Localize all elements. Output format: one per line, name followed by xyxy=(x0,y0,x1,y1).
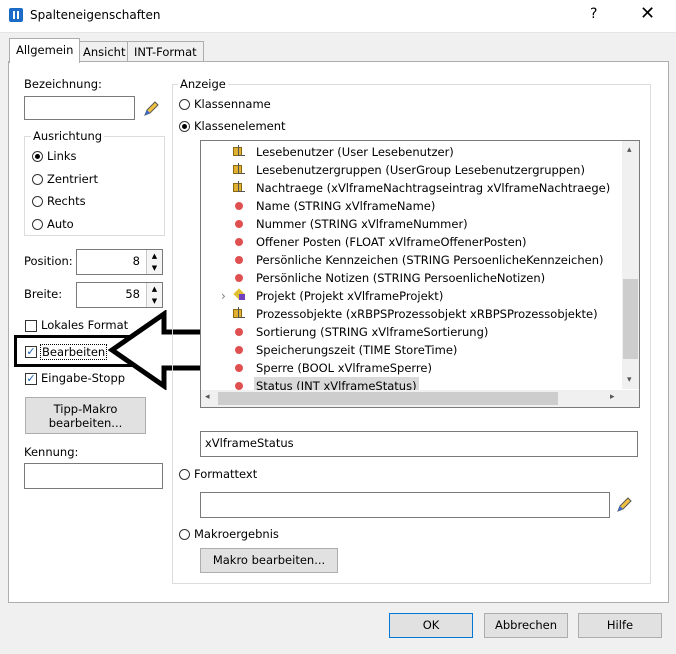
formattext-input[interactable] xyxy=(200,492,610,518)
tipp-makro-label-2: bearbeiten... xyxy=(48,416,123,430)
scroll-corner xyxy=(622,390,639,407)
radio-links-label: Links xyxy=(47,149,77,163)
tree-item-label: Offener Posten (FLOAT xVlframeOffenerPos… xyxy=(256,235,527,249)
selected-element-field[interactable]: xVlframeStatus xyxy=(200,431,638,457)
scroll-left-icon[interactable]: ◂ xyxy=(205,392,210,402)
lokales-format-checkbox[interactable] xyxy=(25,320,37,332)
group-icon xyxy=(233,307,245,319)
spin-up-icon[interactable]: ▲ xyxy=(147,283,162,295)
radio-klassenname-label: Klassenname xyxy=(194,97,271,111)
field-icon xyxy=(235,256,243,264)
abbrechen-button[interactable]: Abbrechen xyxy=(484,613,568,638)
tree-item-label: Projekt (Projekt xVlframeProjekt) xyxy=(256,289,444,303)
field-icon xyxy=(235,220,243,228)
bearbeiten-checkbox[interactable]: ✓ xyxy=(25,346,37,358)
radio-zentriert-label: Zentriert xyxy=(47,172,98,186)
object-icon xyxy=(233,289,245,301)
group-icon xyxy=(233,163,245,175)
tab-ansicht[interactable]: Ansicht xyxy=(76,41,133,62)
field-icon xyxy=(235,328,243,336)
pencil-icon[interactable] xyxy=(142,100,160,118)
tab-int-format[interactable]: INT-Format xyxy=(127,41,204,62)
position-value: 8 xyxy=(132,254,140,268)
spin-up-icon[interactable]: ▲ xyxy=(147,250,162,262)
makro-bearbeiten-button[interactable]: Makro bearbeiten... xyxy=(200,548,338,573)
radio-makroergebnis[interactable] xyxy=(179,529,190,540)
field-icon xyxy=(235,274,243,282)
field-icon xyxy=(235,364,243,372)
tree-item-label: Name (STRING xVlframeName) xyxy=(256,199,436,213)
ausrichtung-legend: Ausrichtung xyxy=(31,129,105,143)
tipp-makro-label-1: Tipp-Makro xyxy=(53,402,118,416)
radio-formattext[interactable] xyxy=(179,469,190,480)
radio-makroergebnis-label: Makroergebnis xyxy=(194,527,279,541)
tab-allgemein[interactable]: Allgemein xyxy=(9,38,81,63)
radio-auto[interactable] xyxy=(32,219,43,230)
position-input[interactable]: 8 ▲ ▼ xyxy=(76,249,163,275)
tree-horizontal-scrollbar[interactable]: ◂ ▸ xyxy=(201,390,622,407)
breite-input[interactable]: 58 ▲ ▼ xyxy=(76,282,163,308)
eingabe-stopp-label: Eingabe-Stopp xyxy=(41,371,126,385)
tree-item-label: Persönliche Kennzeichen (STRING Persoenl… xyxy=(256,253,604,267)
tree-item-label: Sortierung (STRING xVlframeSortierung) xyxy=(256,325,489,339)
ok-button[interactable]: OK xyxy=(389,613,473,638)
tree-item-label: Speicherungszeit (TIME StoreTime) xyxy=(256,343,458,357)
hilfe-button[interactable]: Hilfe xyxy=(578,613,662,638)
spin-down-icon[interactable]: ▼ xyxy=(147,295,162,307)
eingabe-stopp-checkbox[interactable]: ✓ xyxy=(25,373,37,385)
tree-item-label: Lesebenutzergruppen (UserGroup Lesebenut… xyxy=(256,163,585,177)
radio-auto-label: Auto xyxy=(47,217,74,231)
pencil-icon[interactable] xyxy=(615,496,633,514)
kennung-input[interactable] xyxy=(24,463,163,489)
title-bar: Spalteneigenschaften ? ✕ xyxy=(0,0,676,33)
tree-item-label: Prozessobjekte (xRBPSProzessobjekt xRBPS… xyxy=(256,307,598,321)
radio-klassenelement-label: Klassenelement xyxy=(194,119,286,133)
radio-links[interactable] xyxy=(32,151,43,162)
position-stepper[interactable]: ▲ ▼ xyxy=(146,250,162,274)
scroll-up-icon[interactable]: ▴ xyxy=(627,145,632,155)
radio-zentriert[interactable] xyxy=(32,174,43,185)
tree-item-label: Persönliche Notizen (STRING Persoenliche… xyxy=(256,271,546,285)
klassenelement-tree[interactable]: Lesebenutzer (User Lesebenutzer) Lesebenu… xyxy=(200,140,640,408)
field-icon xyxy=(235,202,243,210)
tree-item-label: Sperre (BOOL xVlframeSperre) xyxy=(256,361,432,375)
breite-value: 58 xyxy=(125,287,140,301)
expand-chevron-icon[interactable]: › xyxy=(221,287,226,305)
breite-label: Breite: xyxy=(24,287,63,301)
tipp-makro-button[interactable]: Tipp-Makro bearbeiten... xyxy=(25,397,146,434)
radio-rechts-label: Rechts xyxy=(47,194,86,208)
radio-rechts[interactable] xyxy=(32,196,43,207)
scroll-down-icon[interactable]: ▾ xyxy=(627,375,632,385)
anzeige-legend: Anzeige xyxy=(178,77,228,91)
scroll-right-icon[interactable]: ▸ xyxy=(610,392,615,402)
position-label: Position: xyxy=(24,254,73,268)
ausrichtung-group xyxy=(24,136,165,236)
close-button[interactable]: ✕ xyxy=(640,3,655,24)
window-title: Spalteneigenschaften xyxy=(30,8,161,22)
bearbeiten-label: Bearbeiten xyxy=(40,344,108,360)
group-icon xyxy=(233,181,245,193)
bezeichnung-input[interactable] xyxy=(24,96,135,120)
kennung-label: Kennung: xyxy=(24,445,79,459)
radio-klassenname[interactable] xyxy=(179,99,190,110)
breite-stepper[interactable]: ▲ ▼ xyxy=(146,283,162,307)
field-icon xyxy=(235,346,243,354)
tree-item-label: Lesebenutzer (User Lesebenutzer) xyxy=(256,145,454,159)
scroll-thumb[interactable] xyxy=(623,279,638,359)
app-icon xyxy=(9,8,23,22)
tree-item-label: Nummer (STRING xVlframeNummer) xyxy=(256,217,468,231)
tree-item-label: Nachtraege (xVlframeNachtragseintrag xVl… xyxy=(256,181,611,195)
hscroll-thumb[interactable] xyxy=(218,392,558,405)
group-icon xyxy=(233,145,245,157)
radio-klassenelement[interactable] xyxy=(179,121,190,132)
help-button[interactable]: ? xyxy=(590,6,597,22)
bezeichnung-label: Bezeichnung: xyxy=(24,77,102,91)
radio-formattext-label: Formattext xyxy=(194,467,258,481)
tree-vertical-scrollbar[interactable]: ▴ ▾ xyxy=(622,141,639,389)
spin-down-icon[interactable]: ▼ xyxy=(147,262,162,274)
field-icon xyxy=(235,382,243,390)
field-icon xyxy=(235,238,243,246)
